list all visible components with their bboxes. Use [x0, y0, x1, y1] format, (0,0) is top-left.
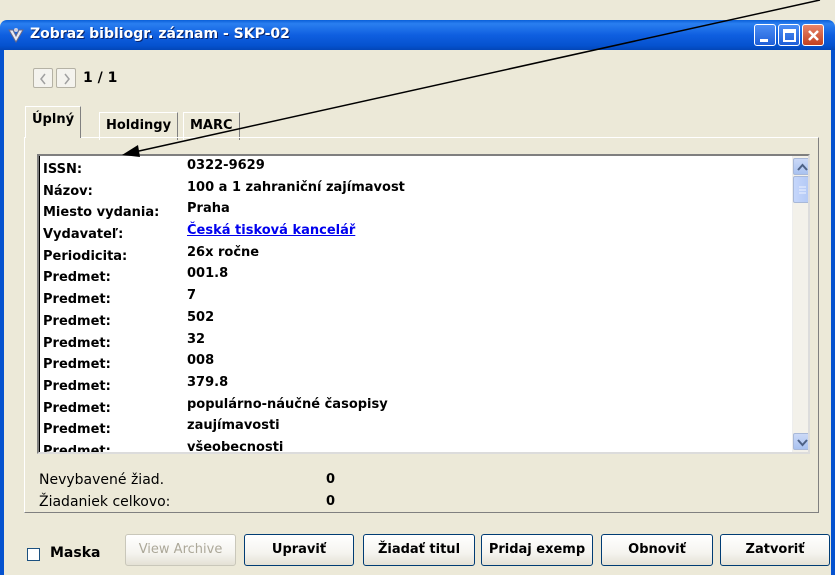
add-copy-button[interactable]: Pridaj exemp — [481, 534, 593, 566]
field-label: ISSN: — [43, 162, 83, 177]
field-value: 001.8 — [187, 266, 229, 282]
field-value: zaujímavosti — [187, 418, 280, 434]
tab-marc[interactable]: MARC — [183, 112, 240, 140]
minimize-icon — [760, 39, 768, 42]
window: Zobraz bibliogr. záznam - SKP-02 1 / 1 Ú… — [0, 0, 835, 575]
chevron-right-icon — [64, 73, 70, 85]
field-label: Názov: — [43, 183, 93, 199]
field-label: Predmet: — [43, 335, 111, 351]
record-row-subject: Predmet: 379.8 — [43, 375, 793, 397]
record-row-subject: Predmet: 502 — [43, 310, 793, 332]
next-record-button[interactable] — [56, 68, 76, 88]
field-label: Periodicita: — [43, 248, 128, 264]
edit-button[interactable]: Upraviť — [244, 534, 354, 566]
field-value: 100 a 1 zahraniční zajímavost — [187, 179, 405, 195]
field-value: 502 — [187, 309, 215, 325]
field-label: Predmet: — [43, 357, 111, 373]
scroll-up-button[interactable] — [793, 158, 808, 175]
record-row-subject: Predmet: populárno-náučné časopisy — [43, 397, 793, 419]
field-value: 7 — [187, 288, 197, 304]
field-value: 26x ročne — [187, 244, 260, 260]
close-dialog-button[interactable]: Zatvoriť — [720, 534, 830, 566]
publisher-link[interactable]: Česká tisková kancelář — [187, 223, 355, 238]
app-icon — [7, 26, 25, 44]
vertical-scrollbar[interactable] — [792, 156, 808, 452]
field-value: populárno-náučné časopisy — [187, 396, 388, 412]
minimize-button[interactable] — [754, 24, 776, 46]
field-value: Praha — [187, 201, 230, 217]
record-row-title: Názov: 100 a 1 zahraniční zajímavost — [43, 180, 793, 202]
close-icon — [808, 30, 819, 41]
record-row-subject: Predmet: 7 — [43, 288, 793, 310]
field-label: Predmet: — [43, 378, 111, 394]
maximize-icon — [783, 29, 796, 42]
record-row-subject: Predmet: zaujímavosti — [43, 418, 793, 440]
record-row-issn: ISSN: 0322-9629 — [43, 158, 793, 180]
mask-checkbox[interactable] — [27, 548, 40, 561]
record-counter: 1 / 1 — [83, 70, 118, 86]
record-listbox[interactable]: ISSN: 0322-9629 Názov: 100 a 1 zahraničn… — [37, 154, 810, 454]
record-row-subject: Predmet: 008 — [43, 353, 793, 375]
chevron-down-icon — [797, 439, 808, 447]
field-label: Predmet: — [43, 313, 111, 329]
scroll-thumb[interactable] — [793, 176, 808, 203]
listbox-left-rule — [39, 156, 40, 452]
view-archive-button[interactable]: View Archive — [125, 534, 236, 566]
field-label: Miesto vydania: — [43, 205, 160, 221]
record-row-publisher: Vydavateľ: Česká tisková kancelář — [43, 223, 793, 245]
record-row-place: Miesto vydania: Praha — [43, 201, 793, 223]
field-label: Vydavateľ: — [43, 227, 124, 243]
field-value: 008 — [187, 353, 215, 369]
field-value: 379.8 — [187, 374, 229, 390]
window-frame-right — [831, 50, 835, 575]
window-title: Zobraz bibliogr. záznam - SKP-02 — [30, 26, 290, 42]
record-fields: ISSN: 0322-9629 Názov: 100 a 1 zahraničn… — [43, 158, 793, 454]
field-label: Predmet: — [43, 270, 111, 286]
title-bar[interactable]: Zobraz bibliogr. záznam - SKP-02 — [0, 20, 835, 50]
chevron-left-icon — [40, 73, 46, 85]
grip-icon — [799, 186, 806, 194]
previous-record-button[interactable] — [33, 68, 53, 88]
field-label: Predmet: — [43, 443, 111, 454]
record-row-subject: Predmet: 32 — [43, 332, 793, 354]
window-frame-left — [0, 50, 4, 575]
tab-uplny[interactable]: Úplný — [25, 106, 82, 138]
field-value: 0322-9629 — [187, 158, 265, 173]
request-title-button[interactable]: Žiadať titul — [363, 534, 475, 566]
maximize-button[interactable] — [778, 24, 800, 46]
field-label: Predmet: — [43, 292, 111, 308]
close-button[interactable] — [802, 24, 824, 46]
record-row-periodicity: Periodicita: 26x ročne — [43, 245, 793, 267]
field-value: 32 — [187, 331, 206, 347]
record-row-subject: Predmet: 001.8 — [43, 266, 793, 288]
record-row-subject: Predmet: všeobecnosti — [43, 439, 793, 454]
refresh-button[interactable]: Obnoviť — [601, 534, 713, 566]
tab-holdingy[interactable]: Holdingy — [99, 112, 179, 140]
field-label: Predmet: — [43, 422, 111, 438]
field-value: všeobecnosti — [187, 439, 284, 454]
field-label: Predmet: — [43, 400, 111, 416]
chevron-up-icon — [797, 163, 808, 171]
scroll-down-button[interactable] — [793, 433, 808, 450]
mask-label: Maska — [50, 545, 101, 561]
